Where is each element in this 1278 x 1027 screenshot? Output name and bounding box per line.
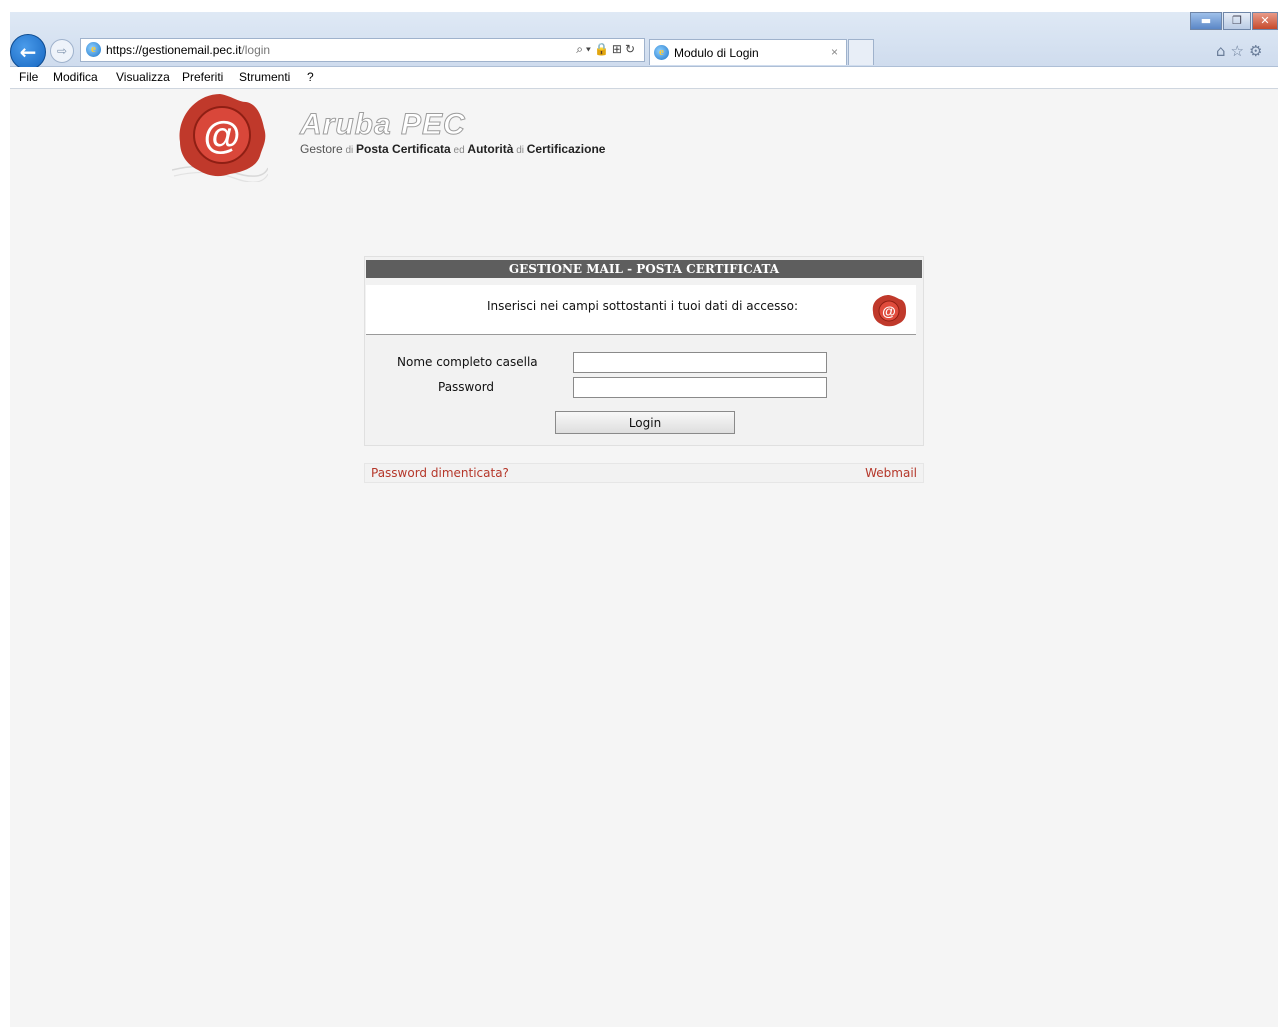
username-input[interactable]	[573, 352, 827, 373]
url-text[interactable]: https://gestionemail.pec.it/login	[106, 43, 270, 57]
restore-button[interactable]: ❐	[1223, 12, 1251, 30]
login-links-bar: Password dimenticata? Webmail	[364, 463, 924, 483]
address-bar[interactable]: e https://gestionemail.pec.it/login ⌕▾🔒⊞…	[80, 38, 645, 62]
address-tools-icons[interactable]: ⌕▾🔒⊞↻	[576, 42, 638, 57]
ie-favicon-icon: e	[654, 45, 669, 60]
webmail-link[interactable]: Webmail	[865, 466, 917, 480]
new-tab-button[interactable]	[848, 39, 874, 65]
password-input[interactable]	[573, 377, 827, 398]
browser-toolbar: ← ⇨ e https://gestionemail.pec.it/login …	[10, 12, 1278, 70]
menu-modifica[interactable]: Modifica	[53, 70, 98, 84]
brand-tagline: Gestore di Posta Certificata ed Autorità…	[300, 142, 606, 156]
menu-preferiti[interactable]: Preferiti	[182, 70, 223, 84]
login-panel-title: GESTIONE MAIL - POSTA CERTIFICATA	[366, 260, 922, 278]
aruba-seal-logo: @	[172, 94, 268, 182]
minimize-button[interactable]: ▬	[1190, 12, 1222, 30]
close-window-button[interactable]: ✕	[1252, 12, 1278, 30]
menu-strumenti[interactable]: Strumenti	[239, 70, 290, 84]
menu-visualizza[interactable]: Visualizza	[116, 70, 170, 84]
tab-close-icon[interactable]: ×	[831, 45, 838, 59]
forgot-password-link[interactable]: Password dimenticata?	[371, 466, 509, 480]
arrow-left-icon: ←	[19, 40, 37, 64]
menu-file[interactable]: File	[19, 70, 38, 84]
back-button[interactable]: ←	[10, 34, 46, 70]
svg-text:@: @	[882, 303, 896, 319]
seal-icon: @	[872, 295, 906, 327]
menu-help[interactable]: ?	[307, 70, 314, 84]
tab-title: Modulo di Login	[674, 46, 759, 60]
browser-tab[interactable]: e Modulo di Login ×	[649, 39, 847, 65]
login-button[interactable]: Login	[555, 411, 735, 434]
brand-title: Aruba PEC	[300, 108, 466, 142]
password-label: Password	[438, 380, 495, 394]
svg-text:@: @	[203, 115, 240, 157]
menu-bar: File Modifica Visualizza Preferiti Strum…	[10, 67, 1278, 89]
arrow-right-icon: ⇨	[56, 44, 68, 58]
login-intro-box: Inserisci nei campi sottostanti i tuoi d…	[366, 285, 916, 335]
ie-favicon-icon: e	[86, 42, 101, 57]
username-label: Nome completo casella	[397, 355, 538, 369]
login-intro-text: Inserisci nei campi sottostanti i tuoi d…	[487, 299, 799, 313]
home-favorites-settings-icons[interactable]: ⌂☆⚙	[1216, 42, 1267, 60]
forward-button[interactable]: ⇨	[50, 39, 74, 63]
page-content	[10, 89, 1278, 1027]
